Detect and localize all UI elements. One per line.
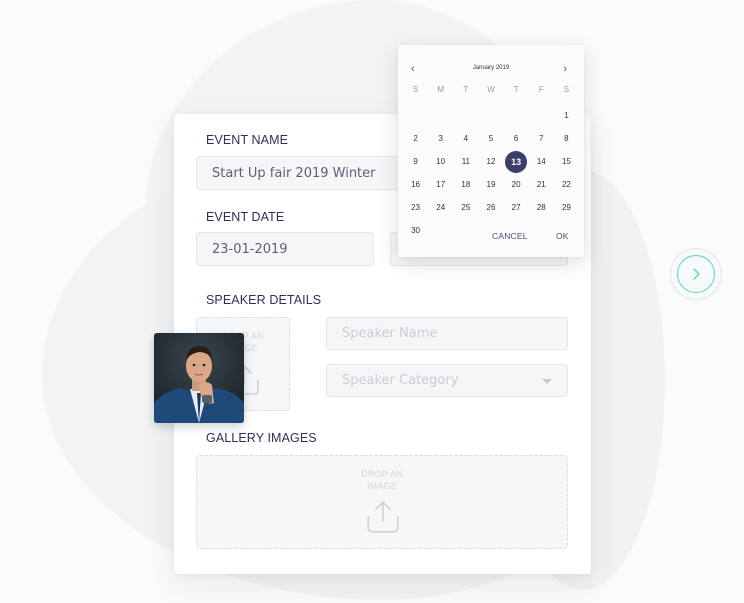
calendar-day-number: 12: [486, 157, 496, 166]
calendar-day[interactable]: 8: [554, 127, 579, 150]
calendar-day[interactable]: 17: [428, 173, 453, 196]
calendar-ok-button[interactable]: OK: [556, 231, 569, 241]
weekday-header: T: [513, 85, 519, 94]
calendar-day-number: 25: [461, 203, 471, 212]
calendar-day[interactable]: 27: [504, 196, 529, 219]
weekday-header: S: [412, 85, 419, 94]
calendar-day-number: 15: [561, 157, 571, 166]
calendar-day[interactable]: 30: [403, 219, 428, 242]
calendar-day[interactable]: 21: [529, 173, 554, 196]
calendar-month-title: January 2019: [472, 65, 510, 71]
calendar-day[interactable]: 15: [554, 150, 579, 173]
speaker-category-placeholder: Speaker Category: [342, 373, 459, 388]
calendar-day[interactable]: 16: [403, 173, 428, 196]
calendar-blank-cell: [529, 104, 554, 127]
calendar-day[interactable]: 22: [554, 173, 579, 196]
next-step-button[interactable]: [670, 248, 722, 300]
chevron-right-icon: [693, 268, 700, 280]
chevron-right-icon[interactable]: ›: [563, 63, 567, 75]
calendar-day-number: 16: [411, 180, 421, 189]
calendar-day[interactable]: 26: [478, 196, 503, 219]
weekday-header: S: [563, 85, 570, 94]
gallery-drop-text: DROP AN IMAGE: [197, 468, 567, 492]
event-date-label: EVENT DATE: [206, 210, 285, 224]
calendar-day[interactable]: 28: [529, 196, 554, 219]
calendar-day-number: 8: [564, 134, 569, 143]
calendar-day[interactable]: 7: [529, 127, 554, 150]
weekday-header: W: [487, 85, 495, 94]
event-name-label: EVENT NAME: [206, 133, 289, 147]
weekday-header: F: [538, 85, 544, 94]
calendar-day[interactable]: 25: [453, 196, 478, 219]
calendar-day[interactable]: 29: [554, 196, 579, 219]
calendar-day-number: 4: [463, 134, 469, 143]
weekday-header: M: [437, 85, 445, 94]
calendar-day[interactable]: 3: [428, 127, 453, 150]
calendar-day[interactable]: 24: [428, 196, 453, 219]
calendar-day[interactable]: 10: [428, 150, 453, 173]
calendar-day-number: 10: [436, 157, 446, 166]
calendar-day[interactable]: 6: [504, 127, 529, 150]
calendar-day-number: 9: [413, 157, 418, 166]
calendar-day-number: 3: [438, 134, 443, 143]
speaker-portrait-image: [154, 333, 244, 423]
calendar-day-number: 6: [513, 134, 519, 143]
calendar-day-number: 26: [486, 203, 496, 212]
calendar-day-number: 18: [461, 180, 471, 189]
calendar-cancel-button[interactable]: CANCEL: [492, 231, 528, 241]
calendar-day-number: 5: [488, 134, 494, 143]
calendar-day-number: 30: [411, 226, 421, 235]
calendar-day-number: 20: [511, 180, 521, 189]
calendar-day[interactable]: 9: [403, 150, 428, 173]
weekday-header: T: [463, 85, 469, 94]
calendar-day-number: 23: [411, 203, 421, 212]
speaker-name-input[interactable]: Speaker Name: [326, 317, 568, 350]
calendar-day-number: 19: [486, 180, 496, 189]
calendar-blank-cell: [504, 104, 529, 127]
calendar-day-number: 22: [561, 180, 571, 189]
calendar-day-number: 2: [413, 134, 418, 143]
calendar-day-number: 21: [536, 180, 546, 189]
calendar-day[interactable]: 18: [453, 173, 478, 196]
caret-down-icon: [542, 379, 552, 384]
calendar-day[interactable]: 11: [453, 150, 478, 173]
drop-text-line: IMAGE: [366, 481, 397, 491]
next-button-ring: [677, 255, 715, 293]
calendar-day-number: 24: [436, 203, 446, 212]
calendar-header: ‹ January 2019 ›: [398, 63, 584, 77]
calendar-blank-cell: [478, 104, 503, 127]
calendar-day[interactable]: 5: [478, 127, 503, 150]
calendar-day-number: 11: [461, 157, 470, 166]
calendar-day-number: 28: [536, 203, 546, 212]
calendar-day[interactable]: 1: [554, 104, 579, 127]
calendar-blank-cell: [403, 104, 428, 127]
calendar-day[interactable]: 14: [529, 150, 554, 173]
upload-icon: [367, 501, 399, 533]
calendar-day-number: 1: [564, 111, 569, 120]
drop-text-line: DROP AN: [361, 469, 403, 479]
calendar-day-number: 7: [539, 134, 544, 143]
gallery-images-label: GALLERY IMAGES: [206, 431, 317, 445]
date-picker-popup: ‹ January 2019 › S M T W T F S 1 2 3 4 5 6 7 8 9 10 11 12 1…: [398, 45, 584, 257]
calendar-day[interactable]: 23: [403, 196, 428, 219]
calendar-blank-cell: [453, 104, 478, 127]
calendar-day-number: 27: [511, 203, 521, 212]
calendar-grid: S M T W T F S 1 2 3 4 5 6 7 8 9 10 11 12 13 14 15 16 17 18 19 20 21…: [403, 81, 579, 242]
gallery-image-dropzone[interactable]: DROP AN IMAGE: [196, 455, 568, 549]
calendar-day[interactable]: 2: [403, 127, 428, 150]
calendar-blank-cell: [428, 104, 453, 127]
calendar-day[interactable]: 4: [453, 127, 478, 150]
event-start-date-input[interactable]: 23-01-2019: [196, 232, 374, 266]
calendar-day[interactable]: 20: [504, 173, 529, 196]
speaker-details-label: SPEAKER DETAILS: [206, 293, 322, 307]
speaker-photo: [154, 333, 244, 423]
calendar-day-number: 17: [436, 180, 446, 189]
speaker-category-select[interactable]: Speaker Category: [326, 364, 568, 397]
calendar-day-number: 29: [561, 203, 571, 212]
calendar-day-number: 13: [505, 150, 528, 173]
calendar-day-selected[interactable]: 13: [504, 150, 529, 173]
calendar-day[interactable]: 12: [478, 150, 503, 173]
calendar-day-number: 14: [536, 157, 546, 166]
calendar-day[interactable]: 19: [478, 173, 503, 196]
